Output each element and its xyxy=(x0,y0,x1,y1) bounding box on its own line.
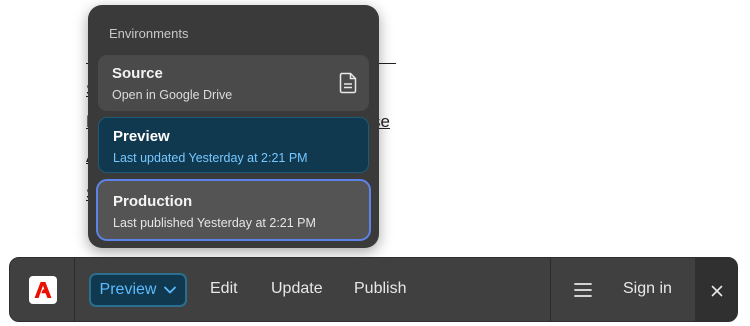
file-icon xyxy=(339,72,357,94)
environment-subtitle: Last published Yesterday at 2:21 PM xyxy=(113,216,316,230)
close-icon xyxy=(711,285,723,296)
environment-switcher-button[interactable]: Preview xyxy=(89,273,187,307)
toolbar-divider xyxy=(550,258,551,321)
adobe-logo-icon[interactable] xyxy=(29,276,57,304)
environments-heading: Environments xyxy=(109,26,189,41)
environment-name: Source xyxy=(112,65,163,82)
environment-subtitle: Last updated Yesterday at 2:21 PM xyxy=(113,151,308,165)
environment-preview[interactable]: Preview Last updated Yesterday at 2:21 P… xyxy=(98,117,369,173)
environments-popover: Environments Source Open in Google Drive… xyxy=(88,5,379,248)
environment-subtitle: Open in Google Drive xyxy=(112,88,233,102)
chevron-down-icon xyxy=(164,286,177,294)
environment-name: Preview xyxy=(113,128,170,145)
update-button[interactable]: Update xyxy=(271,280,323,298)
environment-production[interactable]: Production Last published Yesterday at 2… xyxy=(96,179,371,241)
hamburger-icon[interactable] xyxy=(574,282,592,298)
environment-name: Production xyxy=(113,193,193,210)
environment-source[interactable]: Source Open in Google Drive xyxy=(98,55,369,111)
edit-button[interactable]: Edit xyxy=(210,280,238,298)
publish-button[interactable]: Publish xyxy=(354,280,406,298)
sign-in-button[interactable]: Sign in xyxy=(623,280,672,298)
adobe-logo-glyph xyxy=(34,282,52,298)
close-button[interactable] xyxy=(695,258,737,321)
sidekick-toolbar: Preview Edit Update Publish Sign in xyxy=(9,257,738,322)
toolbar-divider xyxy=(74,258,75,321)
environment-switcher-label: Preview xyxy=(99,281,157,298)
page: S L se A S Environments Source Open in G… xyxy=(0,0,750,326)
